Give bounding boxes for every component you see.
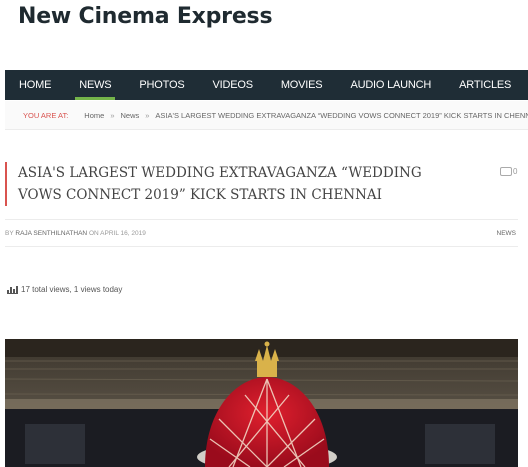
breadcrumb-separator: » (145, 110, 150, 120)
main-nav: HOME NEWS PHOTOS VIDEOS MOVIES AUDIO LAU… (5, 70, 528, 100)
breadcrumb-separator: » (110, 110, 115, 120)
meta-on: ON (88, 229, 99, 237)
comment-bubble-icon (500, 167, 512, 176)
nav-item-videos[interactable]: VIDEOS (198, 70, 266, 100)
hero-image-graphic (5, 339, 518, 467)
breadcrumb: YOU ARE AT: Home » News » ASIA'S LARGEST… (5, 101, 528, 130)
comment-count[interactable]: 0 (500, 167, 517, 176)
article-hero-image[interactable] (5, 339, 518, 467)
breadcrumb-current: ASIA'S LARGEST WEDDING EXTRAVAGANZA “WED… (155, 110, 528, 120)
nav-item-articles[interactable]: ARTICLES (445, 70, 525, 100)
nav-item-movies[interactable]: MOVIES (267, 70, 337, 100)
article-header: ASIA'S LARGEST WEDDING EXTRAVAGANZA “WED… (5, 162, 458, 206)
nav-item-news[interactable]: NEWS (65, 70, 125, 100)
nav-item-photos[interactable]: PHOTOS (125, 70, 198, 100)
article-title: ASIA'S LARGEST WEDDING EXTRAVAGANZA “WED… (18, 165, 422, 203)
nav-item-home[interactable]: HOME (5, 70, 65, 100)
site-title[interactable]: New Cinema Express (18, 4, 273, 29)
breadcrumb-home[interactable]: Home (84, 111, 104, 120)
meta-category[interactable]: NEWS (497, 230, 519, 237)
meta-author[interactable]: RAJA SENTHILNATHAN (15, 230, 87, 237)
meta-byline: BY RAJA SENTHILNATHAN ON APRIL 16, 2019 (5, 230, 146, 237)
view-counter-text: 17 total views, 1 views today (21, 285, 123, 294)
bar-chart-icon (7, 285, 18, 294)
view-counter: 17 total views, 1 views today (7, 285, 122, 294)
breadcrumb-news[interactable]: News (120, 111, 139, 120)
meta-date: APRIL 16, 2019 (100, 229, 146, 237)
nav-item-audio-launch[interactable]: AUDIO LAUNCH (336, 70, 445, 100)
article-meta: BY RAJA SENTHILNATHAN ON APRIL 16, 2019 … (5, 219, 518, 247)
meta-by: BY (5, 229, 14, 237)
breadcrumb-label: YOU ARE AT: (23, 110, 69, 120)
comment-count-value: 0 (513, 167, 518, 176)
